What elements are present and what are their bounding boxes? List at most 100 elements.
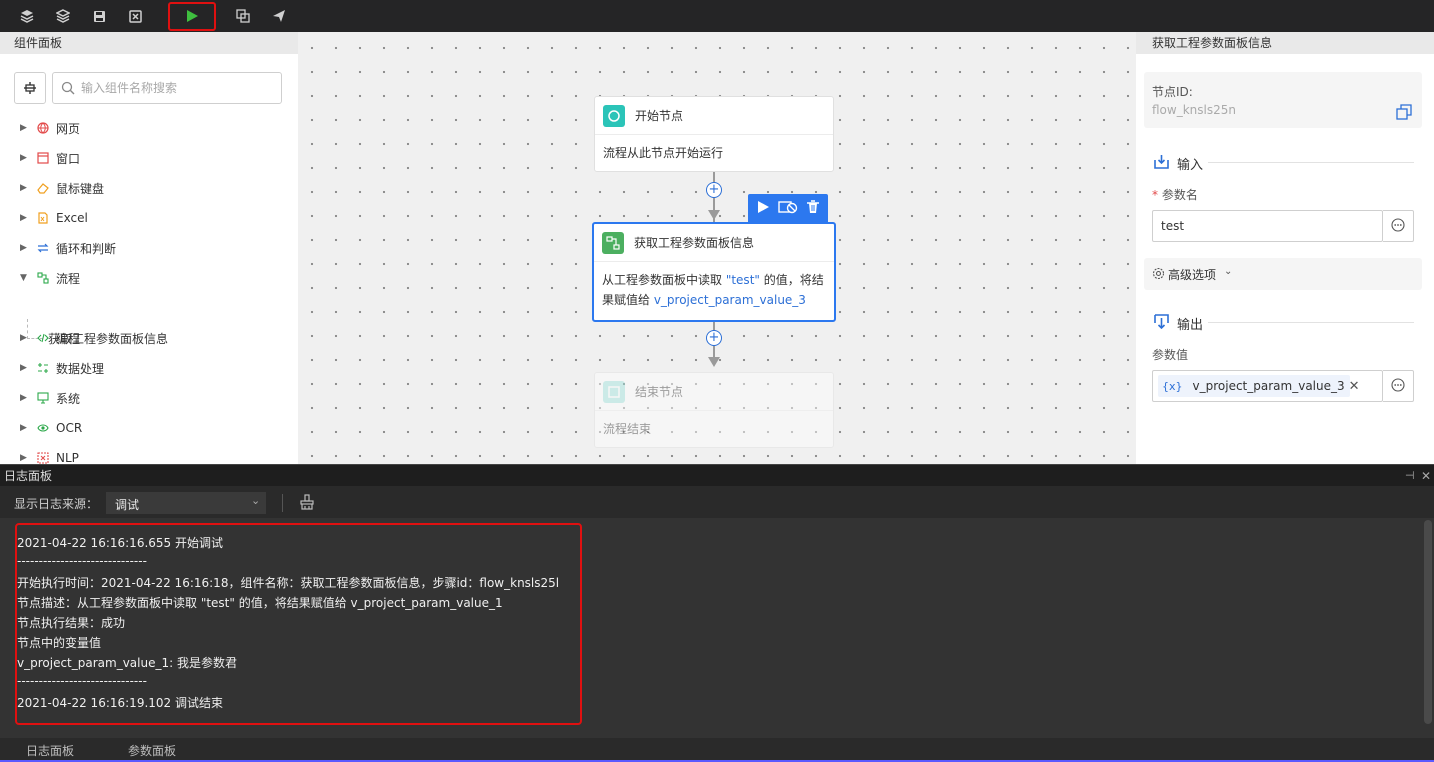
- component-search[interactable]: [52, 72, 282, 104]
- bottom-tab-bar: 日志面板 参数面板: [0, 738, 1434, 762]
- tree-label: 网页: [56, 121, 81, 136]
- circle-icon: [603, 104, 625, 127]
- pin-icon[interactable]: ⊣: [1405, 465, 1415, 487]
- disable-node-icon[interactable]: [778, 200, 798, 217]
- search-icon: [61, 81, 75, 98]
- tree-item-window[interactable]: ▶ 窗口: [20, 148, 80, 168]
- param-name-value[interactable]: test: [1161, 219, 1184, 233]
- tree-item-loop[interactable]: ▶ 循环和判断: [20, 238, 116, 258]
- log-panel-header: 日志面板 ⊣ ✕: [0, 464, 1434, 486]
- arrow-down-icon: [708, 210, 720, 220]
- more-icon: [1391, 217, 1405, 235]
- tree-item-excel[interactable]: ▶ Excel: [20, 208, 88, 228]
- tree-label: 流程: [56, 271, 81, 286]
- input-section-label: 输入: [1177, 158, 1204, 173]
- output-variable-name: v_project_param_value_3: [1192, 379, 1345, 393]
- param-name-more-button[interactable]: [1383, 210, 1414, 242]
- eraser-icon: [36, 181, 50, 195]
- tree-label: 编程: [56, 331, 81, 346]
- caret-right-icon[interactable]: ▶: [20, 453, 30, 463]
- tree-label: OCR: [56, 421, 83, 435]
- start-node[interactable]: 开始节点 流程从此节点开始运行: [594, 96, 834, 172]
- tree-item-web[interactable]: ▶ 网页: [20, 118, 80, 138]
- divider: [282, 494, 283, 512]
- chevron-down-icon: ⌄: [1224, 266, 1233, 277]
- tab-log-panel[interactable]: 日志面板: [26, 742, 74, 759]
- caret-right-icon[interactable]: ▶: [20, 333, 30, 343]
- chevron-down-icon: ⌄: [251, 494, 261, 507]
- copy-icon[interactable]: [232, 5, 254, 27]
- run-node-icon[interactable]: [756, 200, 770, 217]
- caret-right-icon[interactable]: ▶: [20, 363, 30, 373]
- caret-right-icon[interactable]: ▶: [20, 153, 30, 163]
- log-panel-title: 日志面板: [4, 469, 53, 483]
- input-section-title: 输入: [1154, 154, 1203, 173]
- start-node-title: 开始节点: [635, 109, 684, 123]
- tree-label: 窗口: [56, 151, 81, 166]
- tree-item-system[interactable]: ▶ 系统: [20, 388, 80, 408]
- monitor-icon: [36, 391, 50, 405]
- caret-right-icon[interactable]: ▶: [20, 123, 30, 133]
- get-param-node-desc: 从工程参数面板中读取 "test" 的值，将结 果赋值给 v_project_p…: [594, 262, 834, 318]
- close-icon[interactable]: [124, 5, 146, 27]
- caret-right-icon[interactable]: ▶: [20, 243, 30, 253]
- tree-label: Excel: [56, 211, 88, 225]
- tree-item-programming[interactable]: ▶ 编程: [20, 328, 80, 348]
- caret-right-icon[interactable]: ▶: [20, 213, 30, 223]
- node-id-card: 节点ID: flow_knsls25n: [1144, 72, 1422, 128]
- caret-right-icon[interactable]: ▶: [20, 393, 30, 403]
- desc-text: 从工程参数面板中读取: [602, 273, 726, 287]
- log-scrollbar[interactable]: [1424, 520, 1432, 724]
- tree-item-mouse-keyboard[interactable]: ▶ 鼠标键盘: [20, 178, 104, 198]
- copy-id-icon[interactable]: [1396, 104, 1412, 123]
- nlp-icon: [36, 451, 50, 465]
- divider: [1208, 162, 1414, 163]
- trash-icon[interactable]: [806, 199, 820, 217]
- param-name-field[interactable]: test: [1152, 210, 1383, 242]
- square-icon: [603, 380, 625, 403]
- tree-label: 数据处理: [56, 361, 105, 376]
- end-node[interactable]: 结束节点 流程结束: [594, 372, 834, 448]
- caret-right-icon[interactable]: ▶: [20, 423, 30, 433]
- end-node-header: 结束节点: [595, 373, 833, 411]
- tree-label: 鼠标键盘: [56, 181, 105, 196]
- close-panel-icon[interactable]: ✕: [1421, 465, 1431, 487]
- tree-item-ocr[interactable]: ▶ OCR: [20, 418, 82, 438]
- send-icon[interactable]: [268, 5, 290, 27]
- get-param-node[interactable]: 获取工程参数面板信息 从工程参数面板中读取 "test" 的值，将结 果赋值给 …: [592, 222, 836, 322]
- param-name-text: 参数名: [1161, 188, 1198, 202]
- output-section-title: 输出: [1154, 314, 1203, 333]
- add-node-plus-icon[interactable]: +: [706, 330, 722, 346]
- flow-icon: [602, 231, 624, 254]
- layers-icon[interactable]: [16, 5, 38, 27]
- clear-log-icon[interactable]: [300, 494, 314, 513]
- caret-right-icon[interactable]: ▶: [20, 183, 30, 193]
- start-node-desc: 流程从此节点开始运行: [603, 146, 724, 160]
- flow-icon: [36, 271, 50, 285]
- tree-item-flow[interactable]: ▼ 流程: [20, 268, 80, 288]
- caret-down-icon[interactable]: ▼: [20, 273, 30, 283]
- get-param-node-title: 获取工程参数面板信息: [634, 236, 755, 250]
- log-source-value: 调试: [115, 498, 140, 512]
- search-input[interactable]: [79, 79, 275, 97]
- add-node-plus-icon[interactable]: +: [706, 182, 722, 198]
- collapse-toggle-icon[interactable]: [14, 72, 46, 104]
- tab-param-panel[interactable]: 参数面板: [128, 742, 176, 759]
- layers-alt-icon[interactable]: [52, 5, 74, 27]
- param-value-more-button[interactable]: [1383, 370, 1414, 402]
- desc-param: "test": [725, 273, 760, 287]
- variable-tag[interactable]: {x} v_project_param_value_3 ✕: [1158, 375, 1360, 397]
- param-name-label: * 参数名: [1152, 186, 1198, 203]
- tree-item-data[interactable]: ▶ 数据处理: [20, 358, 104, 378]
- desc-text: 的值，将结: [759, 273, 824, 287]
- node-id-label: 节点ID:: [1152, 85, 1193, 99]
- param-value-field[interactable]: {x} v_project_param_value_3 ✕: [1152, 370, 1383, 402]
- log-source-label: 显示日志来源：: [14, 497, 99, 511]
- start-node-header: 开始节点: [595, 97, 833, 135]
- save-icon[interactable]: [88, 5, 110, 27]
- advanced-options[interactable]: 高级选项 ⌄: [1144, 258, 1422, 290]
- remove-tag-icon[interactable]: ✕: [1349, 379, 1360, 394]
- variable-icon: {x}: [1162, 379, 1183, 393]
- log-source-select[interactable]: 调试 ⌄: [106, 492, 266, 514]
- loop-icon: [36, 241, 50, 255]
